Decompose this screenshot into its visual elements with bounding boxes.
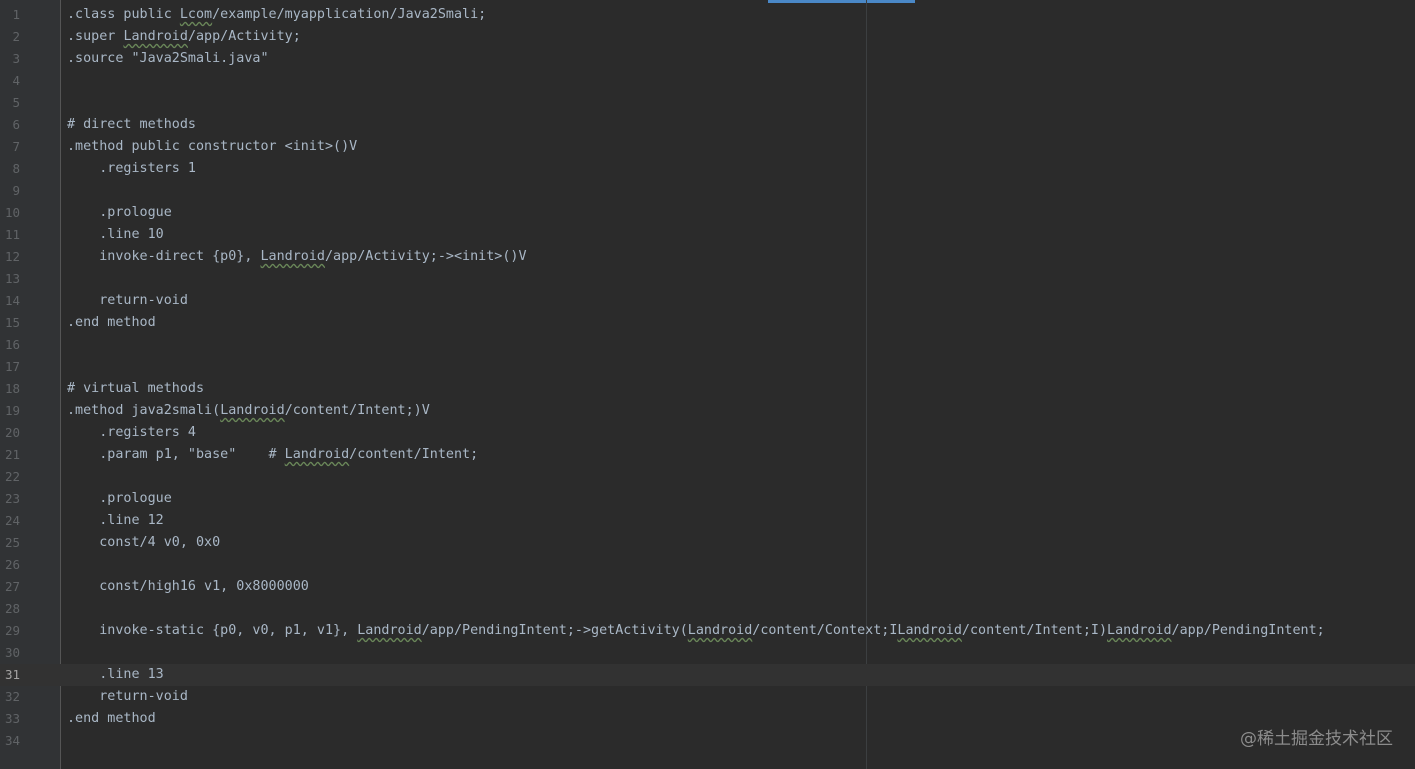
code-text: .prologue [67, 205, 172, 220]
code-line[interactable]: 16 [0, 334, 1415, 356]
line-number: 23 [4, 491, 20, 506]
line-number: 31 [4, 667, 20, 682]
line-number: 3 [12, 51, 20, 66]
line-number: 24 [4, 513, 20, 528]
code-line[interactable]: 24 .line 12 [0, 510, 1415, 532]
line-number: 1 [12, 7, 20, 22]
active-tab-indicator [768, 0, 915, 3]
code-line[interactable]: 1 .class public Lcom/example/myapplicatio… [0, 4, 1415, 26]
code-text: .method java2smali(Landroid/content/Inte… [67, 403, 430, 418]
line-number: 7 [12, 139, 20, 154]
line-number: 4 [12, 73, 20, 88]
code-line-current[interactable]: 31 .line 13 [0, 664, 1415, 686]
line-number: 20 [4, 425, 20, 440]
line-number: 34 [4, 733, 20, 748]
code-text: .prologue [67, 491, 172, 506]
line-number: 26 [4, 557, 20, 572]
code-line[interactable]: 2 .super Landroid/app/Activity; [0, 26, 1415, 48]
code-text: .end method [67, 315, 156, 330]
line-number: 10 [4, 205, 20, 220]
line-number: 25 [4, 535, 20, 550]
code-line[interactable]: 15 .end method [0, 312, 1415, 334]
code-line[interactable]: 30 [0, 642, 1415, 664]
code-text: const/4 v0, 0x0 [67, 535, 221, 550]
code-line[interactable]: 6 # direct methods [0, 114, 1415, 136]
line-number: 19 [4, 403, 20, 418]
line-number: 12 [4, 249, 20, 264]
code-editor[interactable]: 1 .class public Lcom/example/myapplicatio… [0, 0, 1415, 769]
line-number: 9 [12, 183, 20, 198]
code-line[interactable]: 25 const/4 v0, 0x0 [0, 532, 1415, 554]
line-number: 30 [4, 645, 20, 660]
code-line[interactable]: 32 return-void [0, 686, 1415, 708]
code-line[interactable]: 14 return-void [0, 290, 1415, 312]
line-number: 22 [4, 469, 20, 484]
code-text: # direct methods [67, 117, 196, 132]
code-line[interactable]: 27 const/high16 v1, 0x8000000 [0, 576, 1415, 598]
line-number: 28 [4, 601, 20, 616]
code-line[interactable]: 17 [0, 356, 1415, 378]
line-number: 16 [4, 337, 20, 352]
code-line[interactable]: 10 .prologue [0, 202, 1415, 224]
code-line[interactable]: 9 [0, 180, 1415, 202]
code-line[interactable]: 3 .source "Java2Smali.java" [0, 48, 1415, 70]
code-line[interactable]: 12 invoke-direct {p0}, Landroid/app/Acti… [0, 246, 1415, 268]
code-text: .line 10 [67, 227, 164, 242]
code-line[interactable]: 18 # virtual methods [0, 378, 1415, 400]
line-number: 5 [12, 95, 20, 110]
code-text: # virtual methods [67, 381, 205, 396]
line-number: 17 [4, 359, 20, 374]
code-line[interactable]: 13 [0, 268, 1415, 290]
line-number: 6 [12, 117, 20, 132]
code-line[interactable]: 23 .prologue [0, 488, 1415, 510]
line-number: 2 [12, 29, 20, 44]
code-text: const/high16 v1, 0x8000000 [67, 579, 309, 594]
code-line[interactable]: 29 invoke-static {p0, v0, p1, v1}, Landr… [0, 620, 1415, 642]
code-line[interactable]: 4 [0, 70, 1415, 92]
line-number: 14 [4, 293, 20, 308]
line-number: 33 [4, 711, 20, 726]
line-number: 15 [4, 315, 20, 330]
code-line[interactable]: 28 [0, 598, 1415, 620]
line-number: 18 [4, 381, 20, 396]
code-line[interactable]: 7 .method public constructor <init>()V [0, 136, 1415, 158]
code-text: return-void [67, 293, 188, 308]
code-line[interactable]: 26 [0, 554, 1415, 576]
code-text: .param p1, "base" # Landroid/content/Int… [67, 447, 479, 462]
code-line[interactable]: 19 .method java2smali(Landroid/content/In… [0, 400, 1415, 422]
line-number: 27 [4, 579, 20, 594]
code-line[interactable]: 21 .param p1, "base" # Landroid/content/… [0, 444, 1415, 466]
code-text: .class public Lcom/example/myapplication… [67, 7, 487, 22]
code-text: .line 13 [67, 667, 164, 682]
watermark: @稀土掘金技术社区 [1240, 729, 1393, 749]
code-text: .super Landroid/app/Activity; [67, 29, 301, 44]
code-text: invoke-static {p0, v0, p1, v1}, Landroid… [67, 623, 1325, 638]
line-number: 8 [12, 161, 20, 176]
code-text: .line 12 [67, 513, 164, 528]
code-line[interactable]: 5 [0, 92, 1415, 114]
line-number: 29 [4, 623, 20, 638]
code-text: return-void [67, 689, 188, 704]
line-number: 21 [4, 447, 20, 462]
code-text: .source "Java2Smali.java" [67, 51, 269, 66]
code-line[interactable]: 22 [0, 466, 1415, 488]
code-text: invoke-direct {p0}, Landroid/app/Activit… [67, 249, 527, 264]
code-line[interactable]: 34 [0, 730, 1415, 752]
code-line[interactable]: 8 .registers 1 [0, 158, 1415, 180]
code-text: .method public constructor <init>()V [67, 139, 358, 154]
code-line[interactable]: 20 .registers 4 [0, 422, 1415, 444]
line-number: 13 [4, 271, 20, 286]
code-text: .registers 1 [67, 161, 196, 176]
code-line[interactable]: 11 .line 10 [0, 224, 1415, 246]
code-line[interactable]: 33 .end method [0, 708, 1415, 730]
line-number: 32 [4, 689, 20, 704]
code-text: .registers 4 [67, 425, 196, 440]
code-text: .end method [67, 711, 156, 726]
line-number: 11 [4, 227, 20, 242]
